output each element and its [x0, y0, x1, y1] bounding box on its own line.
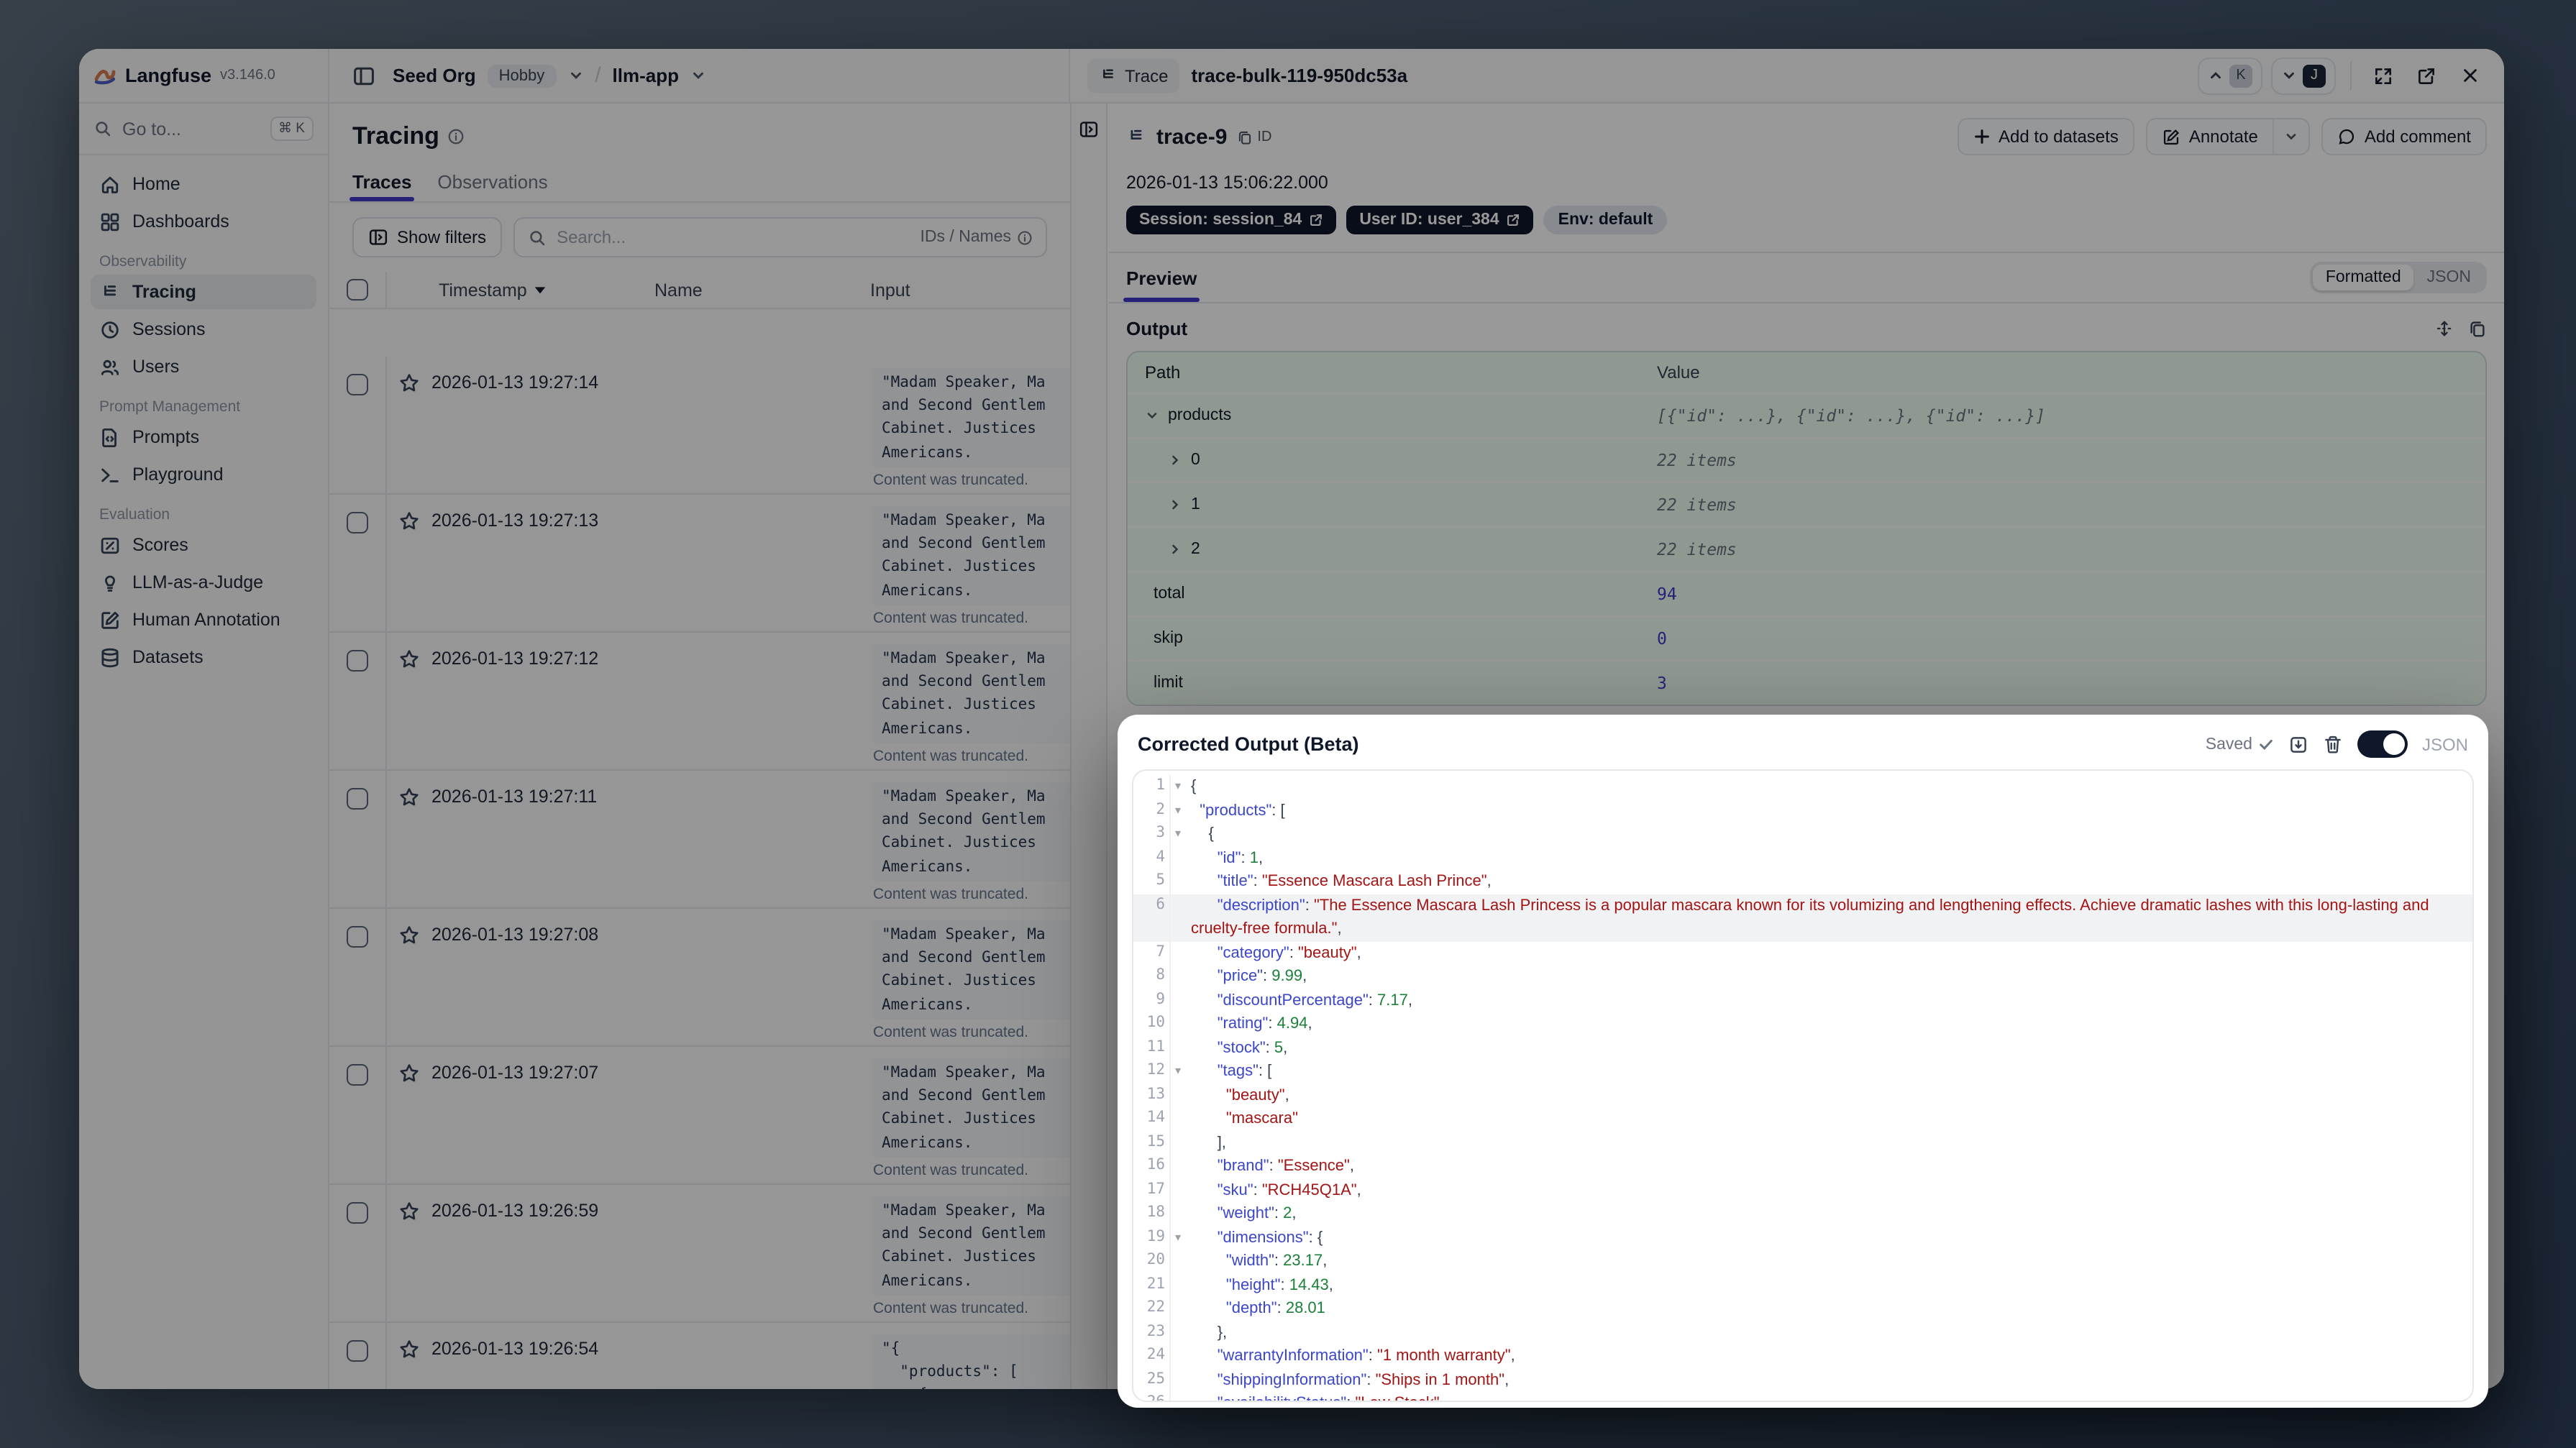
code-line-10[interactable]: 10 "rating": 4.94, [1133, 1012, 2472, 1036]
json-code-editor[interactable]: 1 ▾{2 ▾ "products": [3 ▾ {4 "id": 1, 5 "titl… [1132, 769, 2474, 1402]
fold-chevron-icon[interactable]: ▾ [1171, 799, 1185, 822]
fold-chevron-icon[interactable]: ▾ [1171, 775, 1185, 799]
code-line-5[interactable]: 5 "title": "Essence Mascara Lash Prince"… [1133, 870, 2472, 894]
corrected-output-title: Corrected Output (Beta) [1138, 733, 1359, 755]
code-line-24[interactable]: 24 "warrantyInformation": "1 month warra… [1133, 1344, 2472, 1368]
code-line-13[interactable]: 13 "beauty", [1133, 1083, 2472, 1107]
line-number: 13 [1133, 1083, 1171, 1107]
code-line-9[interactable]: 9 "discountPercentage": 7.17, [1133, 989, 2472, 1012]
code-line-15[interactable]: 15 ], [1133, 1131, 2472, 1155]
json-toggle[interactable] [2357, 730, 2408, 758]
line-number: 17 [1133, 1178, 1171, 1202]
line-number: 7 [1133, 941, 1171, 965]
code-line-1[interactable]: 1 ▾{ [1133, 775, 2472, 799]
code-line-20[interactable]: 20 "width": 23.17, [1133, 1250, 2472, 1273]
fold-chevron-icon[interactable]: ▾ [1171, 1226, 1185, 1250]
fold-chevron-icon[interactable]: ▾ [1171, 1060, 1185, 1083]
code-line-7[interactable]: 7 "category": "beauty", [1133, 941, 2472, 965]
line-number: 14 [1133, 1107, 1171, 1131]
line-number: 19 [1133, 1226, 1171, 1250]
line-number: 18 [1133, 1202, 1171, 1226]
code-line-16[interactable]: 16 "brand": "Essence", [1133, 1155, 2472, 1178]
line-number: 4 [1133, 846, 1171, 870]
line-number: 3 [1133, 822, 1171, 846]
line-number: 25 [1133, 1368, 1171, 1392]
line-number: 22 [1133, 1297, 1171, 1321]
code-line-21[interactable]: 21 "height": 14.43, [1133, 1273, 2472, 1297]
code-line-23[interactable]: 23 }, [1133, 1321, 2472, 1344]
code-line-3[interactable]: 3 ▾ { [1133, 822, 2472, 846]
saved-status: Saved [2206, 736, 2274, 753]
code-line-19[interactable]: 19 ▾ "dimensions": { [1133, 1226, 2472, 1250]
code-line-12[interactable]: 12 ▾ "tags": [ [1133, 1060, 2472, 1083]
line-number: 10 [1133, 1012, 1171, 1036]
save-icon[interactable] [2288, 734, 2308, 754]
line-number: 16 [1133, 1155, 1171, 1178]
line-number: 15 [1133, 1131, 1171, 1155]
code-line-11[interactable]: 11 "stock": 5, [1133, 1036, 2472, 1060]
code-line-8[interactable]: 8 "price": 9.99, [1133, 965, 2472, 989]
code-line-4[interactable]: 4 "id": 1, [1133, 846, 2472, 870]
code-line-25[interactable]: 25 "shippingInformation": "Ships in 1 mo… [1133, 1368, 2472, 1392]
code-line-17[interactable]: 17 "sku": "RCH45Q1A", [1133, 1178, 2472, 1202]
line-number: 21 [1133, 1273, 1171, 1297]
line-number: 8 [1133, 965, 1171, 989]
desktop: Langfuse v3.146.0 Seed Org Hobby / llm-a… [0, 0, 2576, 1448]
code-line-6[interactable]: 6 "description": "The Essence Mascara La… [1133, 894, 2472, 941]
code-line-2[interactable]: 2 ▾ "products": [ [1133, 799, 2472, 822]
corrected-output-card: Corrected Output (Beta) Saved JSON 1 ▾{2 ▾… [1118, 715, 2488, 1408]
line-number: 5 [1133, 870, 1171, 894]
line-number: 12 [1133, 1060, 1171, 1083]
trash-icon[interactable] [2323, 734, 2343, 754]
code-line-14[interactable]: 14 "mascara" [1133, 1107, 2472, 1131]
code-line-22[interactable]: 22 "depth": 28.01 [1133, 1297, 2472, 1321]
line-number: 2 [1133, 799, 1171, 822]
line-number: 11 [1133, 1036, 1171, 1060]
line-number: 24 [1133, 1344, 1171, 1368]
line-number: 23 [1133, 1321, 1171, 1344]
line-number: 26 [1133, 1392, 1171, 1401]
json-toggle-label: JSON [2421, 734, 2468, 754]
code-line-26[interactable]: 26 "availabilityStatus": "Low Stock", [1133, 1392, 2472, 1401]
line-number: 1 [1133, 775, 1171, 799]
fold-chevron-icon[interactable]: ▾ [1171, 822, 1185, 846]
line-number: 9 [1133, 989, 1171, 1012]
code-line-18[interactable]: 18 "weight": 2, [1133, 1202, 2472, 1226]
line-number: 6 [1133, 894, 1171, 941]
corrected-output-header: Corrected Output (Beta) Saved JSON [1118, 715, 2488, 769]
line-number: 20 [1133, 1250, 1171, 1273]
